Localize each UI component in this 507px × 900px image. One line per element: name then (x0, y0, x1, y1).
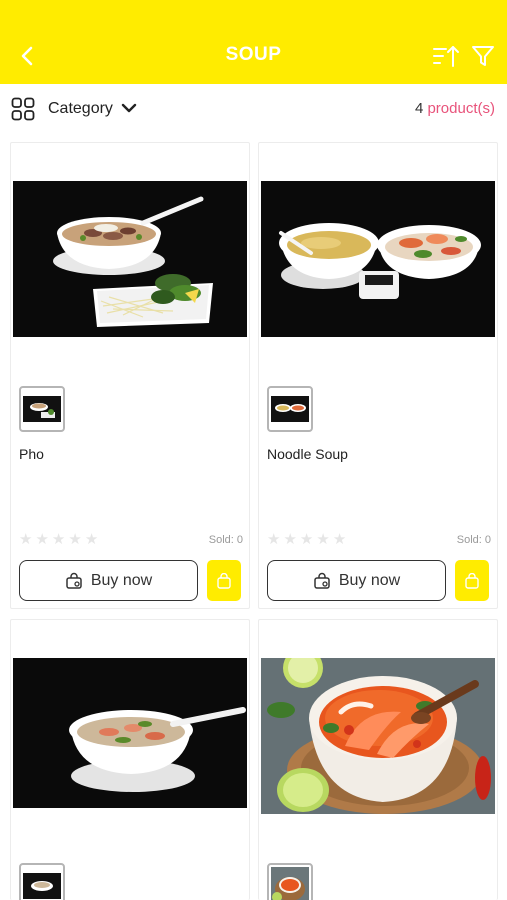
product-count-number: 4 (414, 100, 424, 117)
product-count-unit: product(s) (427, 100, 495, 117)
star-icon: ★ (19, 531, 33, 548)
product-card[interactable]: Pho ★ ★ ★ ★ ★ Sold: 0 Buy now (10, 142, 250, 609)
buy-now-button[interactable]: Buy now (267, 560, 446, 601)
product-name[interactable]: Pho (19, 446, 44, 462)
star-icon: ★ (35, 531, 49, 548)
star-icon: ★ (299, 531, 314, 548)
app-header: SOUP (0, 0, 507, 84)
shopping-bag-icon (465, 572, 479, 589)
add-to-cart-button[interactable] (207, 560, 241, 601)
buy-now-label: Buy now (338, 571, 401, 589)
chevron-down-icon[interactable] (120, 100, 138, 116)
star-icon: ★ (316, 531, 330, 548)
product-image[interactable] (13, 181, 247, 337)
bag-icon (66, 572, 82, 589)
buy-now-button[interactable]: Buy now (19, 560, 198, 601)
product-thumbnail[interactable] (267, 863, 313, 900)
product-image[interactable] (261, 181, 495, 337)
star-icon: ★ (68, 531, 82, 548)
star-rating: ★ ★ ★ ★ ★ (19, 532, 98, 548)
page-title: SOUP (225, 44, 282, 65)
product-image[interactable] (13, 658, 247, 808)
category-dropdown-label[interactable]: Category (48, 100, 113, 118)
category-toolbar: Category 4 product(s) (0, 84, 507, 132)
product-card[interactable]: Noodle Soup ★ ★ ★ ★ ★ Sold: 0 Buy now (258, 142, 498, 609)
filter-icon[interactable] (471, 44, 495, 68)
star-icon: ★ (84, 531, 99, 548)
product-name[interactable]: Noodle Soup (267, 446, 348, 462)
product-thumbnail[interactable] (19, 386, 65, 432)
add-to-cart-button[interactable] (455, 560, 489, 601)
product-card[interactable] (258, 619, 498, 900)
sold-count: Sold: 0 (208, 534, 243, 546)
product-thumbnail[interactable] (19, 863, 65, 900)
buy-now-label: Buy now (90, 571, 153, 589)
sort-ascending-icon[interactable] (432, 44, 460, 68)
product-thumbnail[interactable] (267, 386, 313, 432)
star-icon: ★ (283, 531, 297, 548)
star-icon: ★ (267, 531, 281, 548)
star-icon: ★ (332, 531, 347, 548)
bag-icon (314, 572, 330, 589)
product-image[interactable] (261, 658, 495, 814)
grid-view-icon[interactable] (11, 97, 35, 121)
star-rating: ★ ★ ★ ★ ★ (267, 532, 346, 548)
product-card[interactable] (10, 619, 250, 900)
star-icon: ★ (51, 531, 66, 548)
product-count: 4 product(s) (415, 100, 495, 117)
sold-count: Sold: 0 (456, 534, 491, 546)
shopping-bag-icon (217, 572, 231, 589)
